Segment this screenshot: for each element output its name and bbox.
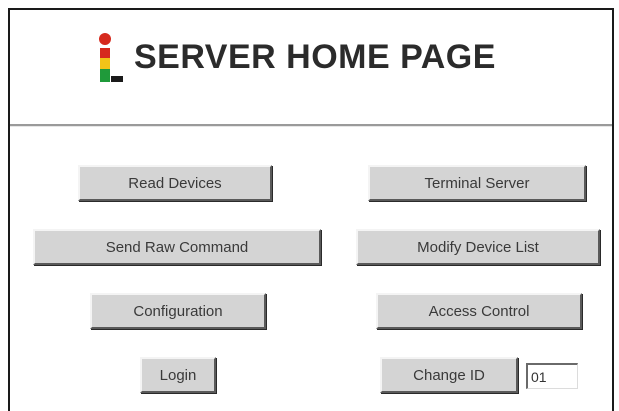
page-header: SERVER HOME PAGE — [10, 10, 612, 122]
page-title: SERVER HOME PAGE — [134, 38, 496, 76]
page-frame: SERVER HOME PAGE Read Devices Terminal S… — [8, 8, 614, 411]
terminal-server-button[interactable]: Terminal Server — [368, 165, 586, 201]
send-raw-command-button[interactable]: Send Raw Command — [33, 229, 321, 265]
read-devices-button[interactable]: Read Devices — [78, 165, 272, 201]
header-divider — [10, 124, 612, 127]
access-control-button[interactable]: Access Control — [376, 293, 582, 329]
id-input[interactable]: 01 — [526, 363, 578, 389]
configuration-button[interactable]: Configuration — [90, 293, 266, 329]
i-logo-icon — [99, 33, 123, 82]
modify-device-list-button[interactable]: Modify Device List — [356, 229, 600, 265]
change-id-button[interactable]: Change ID — [380, 357, 518, 393]
login-button[interactable]: Login — [140, 357, 216, 393]
